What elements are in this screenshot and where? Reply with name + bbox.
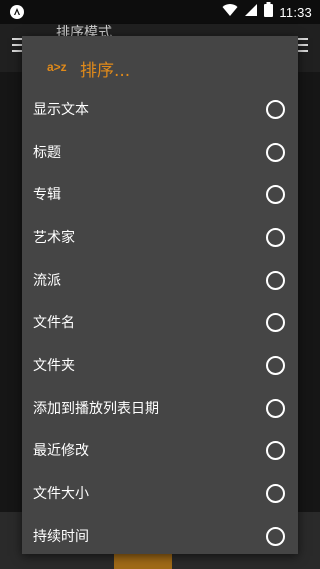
signal-icon — [244, 3, 258, 22]
radio-button[interactable] — [266, 270, 285, 290]
sort-option-artist[interactable]: 艺术家 — [22, 216, 298, 258]
sort-option-file-size[interactable]: 文件大小 — [22, 472, 298, 514]
sort-az-icon: a>z — [47, 60, 67, 74]
battery-icon — [264, 2, 274, 22]
radio-button[interactable] — [266, 312, 285, 332]
sort-dialog: a>z 排序... 显示文本 标题 专辑 艺术家 流派 文件名 文件夹 添加到播… — [22, 36, 298, 554]
status-bar: 11:33 — [0, 0, 320, 24]
sort-option-genre[interactable]: 流派 — [22, 259, 298, 301]
radio-button[interactable] — [266, 526, 285, 546]
radio-button[interactable] — [266, 99, 285, 119]
dialog-title: 排序... — [80, 61, 131, 81]
sort-option-duration[interactable]: 持续时间 — [22, 515, 298, 557]
sort-option-date-modified[interactable]: 最近修改 — [22, 429, 298, 471]
radio-button[interactable] — [266, 355, 285, 375]
option-label: 流派 — [33, 273, 61, 289]
radio-button[interactable] — [266, 227, 285, 247]
sort-option-folder[interactable]: 文件夹 — [22, 344, 298, 386]
radio-button[interactable] — [266, 398, 285, 418]
sort-option-display-text[interactable]: 显示文本 — [22, 88, 298, 130]
notification-icon — [9, 4, 25, 20]
option-label: 持续时间 — [33, 529, 89, 545]
sort-option-filename[interactable]: 文件名 — [22, 301, 298, 343]
option-label: 添加到播放列表日期 — [33, 401, 159, 417]
wifi-icon — [222, 3, 238, 22]
option-label: 显示文本 — [33, 102, 89, 118]
sort-option-date-added[interactable]: 添加到播放列表日期 — [22, 387, 298, 429]
option-label: 专辑 — [33, 187, 61, 203]
radio-button[interactable] — [266, 184, 285, 204]
status-time: 11:33 — [279, 4, 312, 20]
radio-button[interactable] — [266, 440, 285, 460]
dialog-header: a>z 排序... — [22, 36, 298, 96]
option-label: 文件名 — [33, 315, 75, 331]
radio-button[interactable] — [266, 483, 285, 503]
option-label: 艺术家 — [33, 230, 75, 246]
radio-button[interactable] — [266, 142, 285, 162]
option-label: 标题 — [33, 145, 61, 161]
option-label: 最近修改 — [33, 443, 89, 459]
option-label: 文件大小 — [33, 486, 89, 502]
sort-option-album[interactable]: 专辑 — [22, 173, 298, 215]
sort-option-title[interactable]: 标题 — [22, 131, 298, 173]
option-label: 文件夹 — [33, 358, 75, 374]
